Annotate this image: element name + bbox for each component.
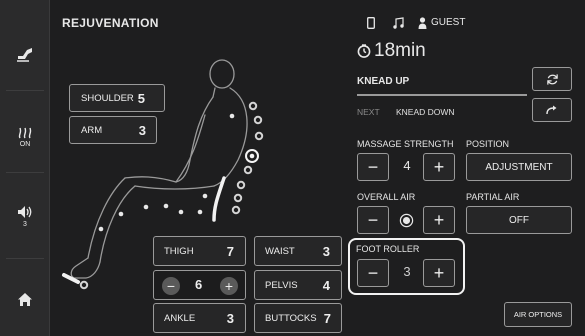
foot-roller-value: 3: [403, 264, 411, 279]
massage-strength-plus-button[interactable]: +: [423, 153, 455, 181]
position-label: POSITION: [466, 139, 510, 149]
shoulder-intensity-button[interactable]: SHOULDER 5: [69, 84, 165, 112]
adjustment-button[interactable]: ADJUSTMENT: [466, 153, 572, 181]
foot-roller-plus-button[interactable]: +: [423, 259, 455, 287]
redo-arrow-icon: [546, 105, 557, 115]
skip-program-button[interactable]: [532, 98, 572, 122]
buttocks-value: 7: [323, 310, 331, 326]
sidebar-divider: [6, 258, 44, 259]
pelvis-label: PELVIS: [265, 279, 298, 291]
page-title: REJUVENATION: [62, 16, 159, 30]
massage-strength-label: MASSAGE STRENGTH: [357, 139, 454, 149]
overall-air-label: OVERALL AIR: [357, 192, 416, 202]
ankle-intensity-button[interactable]: ANKLE 3: [153, 303, 246, 333]
waist-label: WAIST: [265, 245, 295, 257]
sidebar-divider: [6, 90, 44, 91]
next-label: NEXT: [357, 107, 380, 117]
thigh-value: 7: [226, 243, 234, 259]
sidebar: ON 3: [0, 0, 50, 336]
user-icon: [418, 16, 427, 34]
foot-roller-minus-button[interactable]: −: [357, 259, 389, 287]
timer-icon: [357, 44, 371, 63]
pelvis-value: 4: [322, 277, 330, 293]
music-icon[interactable]: [392, 16, 404, 34]
sidebar-divider: [6, 172, 44, 173]
current-program: KNEAD UP: [357, 76, 410, 87]
volume-button[interactable]: 3: [0, 200, 50, 232]
shoulder-label: SHOULDER: [81, 92, 134, 104]
air-pressure-icon: [399, 213, 414, 233]
calf-plus-button[interactable]: +: [220, 277, 238, 295]
massage-strength-value: 4: [403, 158, 411, 173]
arm-label: ARM: [81, 124, 103, 136]
program-progress-bar: [357, 94, 527, 96]
calf-minus-button[interactable]: −: [162, 277, 180, 295]
refresh-icon: [546, 73, 558, 85]
ankle-value: 3: [226, 310, 234, 326]
waist-intensity-button[interactable]: WAIST 3: [254, 236, 342, 266]
partial-air-label: PARTIAL AIR: [466, 192, 520, 202]
next-program: KNEAD DOWN: [396, 107, 455, 117]
refresh-program-button[interactable]: [532, 67, 572, 91]
recline-chair-button[interactable]: [0, 40, 50, 70]
partial-air-off-button[interactable]: OFF: [466, 206, 572, 234]
heat-icon: [18, 127, 32, 138]
user-label[interactable]: GUEST: [431, 17, 465, 28]
air-options-button[interactable]: AIR OPTIONS: [504, 302, 572, 327]
volume-level: 3: [23, 220, 27, 228]
speaker-icon: [18, 205, 32, 218]
timer-value: 18min: [374, 40, 426, 61]
foot-roller-label: FOOT ROLLER: [356, 244, 420, 254]
overall-air-minus-button[interactable]: −: [357, 206, 389, 234]
heat-status: ON: [19, 140, 31, 148]
buttocks-label: BUTTOCKS: [265, 312, 317, 324]
buttocks-intensity-button[interactable]: BUTTOCKS 7: [254, 303, 342, 333]
pelvis-intensity-button[interactable]: PELVIS 4: [254, 270, 342, 300]
chair-icon: [17, 48, 32, 62]
home-icon: [18, 292, 32, 306]
calf-intensity-stepper: − 6 +: [153, 270, 246, 300]
home-button[interactable]: [0, 286, 50, 312]
massage-strength-minus-button[interactable]: −: [357, 153, 389, 181]
heat-toggle-button[interactable]: ON: [0, 122, 50, 152]
phone-icon[interactable]: [367, 16, 375, 34]
overall-air-plus-button[interactable]: +: [423, 206, 455, 234]
thigh-intensity-button[interactable]: THIGH 7: [153, 236, 246, 266]
arm-value: 3: [138, 122, 146, 138]
ankle-label: ANKLE: [164, 312, 196, 324]
shoulder-value: 5: [137, 90, 146, 106]
thigh-label: THIGH: [164, 245, 194, 257]
waist-value: 3: [322, 243, 330, 259]
calf-value: 6: [195, 277, 203, 292]
arm-intensity-button[interactable]: ARM 3: [69, 116, 157, 144]
